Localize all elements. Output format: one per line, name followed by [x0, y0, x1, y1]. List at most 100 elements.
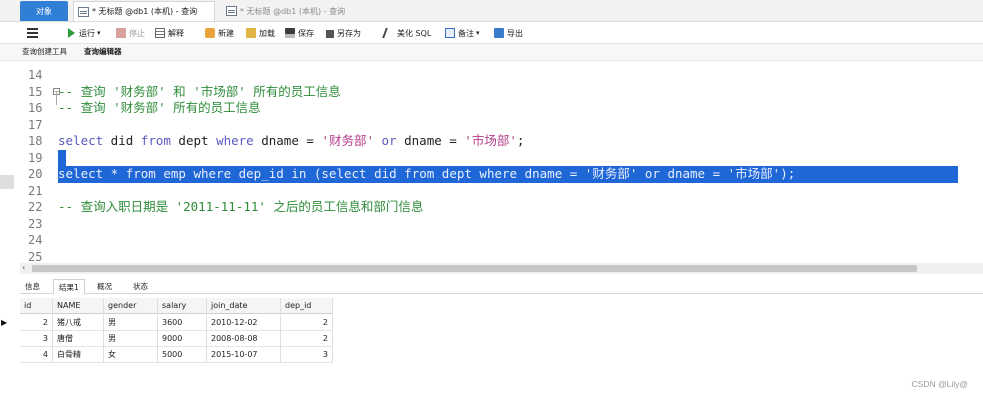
scrollbar-thumb[interactable]	[32, 265, 917, 272]
code-token: -- 查询 '财务部' 所有的员工信息	[58, 100, 261, 115]
line-number: 20	[28, 167, 43, 181]
load-button[interactable]: 加载	[246, 25, 275, 41]
scroll-left-icon[interactable]: ‹	[22, 263, 25, 272]
export-icon	[494, 28, 504, 38]
tab-overview[interactable]: 概况	[92, 279, 117, 294]
column-header[interactable]: salary	[158, 298, 207, 314]
table-cell[interactable]: 2015-10-07	[207, 347, 281, 363]
column-header[interactable]: dep_id	[281, 298, 333, 314]
fold-guide	[56, 91, 57, 105]
current-row-icon: ▶	[1, 318, 8, 327]
table-cell[interactable]: 男	[104, 331, 158, 347]
line-number: 15	[28, 84, 43, 99]
line-number: 17	[28, 117, 43, 132]
table-cell[interactable]: 5000	[158, 347, 207, 363]
explain-icon	[155, 28, 165, 38]
table-cell[interactable]: 2	[281, 315, 333, 331]
grid-header-row: id NAME gender salary join_date dep_id	[20, 298, 333, 314]
table-cell[interactable]: 9000	[158, 331, 207, 347]
table-cell[interactable]: 猪八戒	[53, 315, 104, 331]
tab-status[interactable]: 状态	[128, 279, 153, 294]
table-cell[interactable]: 4	[20, 347, 53, 363]
table-cell[interactable]: 2	[20, 315, 53, 331]
table-cell[interactable]: 2	[281, 331, 333, 347]
column-header[interactable]: NAME	[53, 298, 104, 314]
gutter-marker	[0, 175, 14, 189]
stop-label: 停止	[129, 28, 145, 38]
code-token: ;	[516, 133, 525, 148]
editor-horizontal-scrollbar[interactable]: ‹	[20, 263, 983, 274]
comment-icon	[445, 28, 455, 38]
table-cell[interactable]: 3600	[158, 315, 207, 331]
comment-button[interactable]: 备注 ▾	[445, 25, 483, 41]
tab-objects[interactable]: 对象	[20, 1, 68, 21]
code-line[interactable]: 23	[20, 216, 983, 233]
save-button[interactable]: 保存	[285, 25, 314, 41]
column-header[interactable]: gender	[104, 298, 158, 314]
code-line[interactable]: 19	[20, 149, 983, 166]
code-line[interactable]: 24	[20, 232, 983, 249]
run-label: 运行	[79, 28, 95, 38]
new-button[interactable]: 新建	[205, 25, 234, 41]
code-line[interactable]: 15-- 查询 '财务部' 和 '市场部' 所有的员工信息−	[20, 84, 983, 101]
new-icon	[205, 28, 215, 38]
run-button[interactable]: 运行 ▾	[68, 25, 104, 41]
tab-query-inactive[interactable]: * 无标题 @db1 (本机) - 查询	[222, 1, 372, 21]
beautify-sql-button[interactable]: 美化 SQL	[382, 25, 431, 41]
code-line[interactable]: 18 select did from dept where dname = '财务…	[20, 133, 983, 150]
new-label: 新建	[218, 28, 234, 38]
comment-label: 备注	[458, 28, 474, 38]
code-line[interactable]: 21	[20, 183, 983, 200]
line-number: 16	[28, 101, 43, 115]
table-cell[interactable]: 白骨精	[53, 347, 104, 363]
code-token: did	[103, 133, 141, 148]
code-line[interactable]: 14	[20, 67, 983, 84]
tab-query-builder[interactable]: 查询创建工具	[22, 46, 67, 57]
table-cell[interactable]: 2008-08-08	[207, 331, 281, 347]
table-cell[interactable]: 2010-12-02	[207, 315, 281, 331]
tab-result-1[interactable]: 结果1	[53, 279, 85, 294]
table-cell[interactable]: 女	[104, 347, 158, 363]
code-token: '财务部'	[321, 133, 374, 148]
tab-bar: 对象 * 无标题 @db1 (本机) - 查询 * 无标题 @db1 (本机) …	[0, 0, 983, 22]
table-row[interactable]: 4 白骨精女 5000 2015-10-07 3	[20, 347, 333, 363]
export-label: 导出	[507, 28, 523, 38]
tab-query-active[interactable]: * 无标题 @db1 (本机) - 查询	[73, 1, 215, 21]
stop-icon	[116, 28, 126, 38]
tab-info[interactable]: 信息	[20, 279, 45, 294]
code-token: '市场部'	[464, 133, 517, 148]
code-line[interactable]: 22 -- 查询入职日期是 '2011-11-11' 之后的员工信息和部门信息	[20, 199, 983, 216]
table-row[interactable]: 3 唐僧男 9000 2008-08-08 2	[20, 331, 333, 347]
code-token: -- 查询入职日期是 '2011-11-11' 之后的员工信息和部门信息	[58, 199, 424, 214]
code-token: dname =	[253, 133, 322, 148]
save-icon	[285, 28, 295, 38]
explain-label: 解释	[168, 28, 184, 38]
comment-dropdown-icon[interactable]: ▾	[476, 29, 480, 37]
query-tab-icon	[226, 6, 237, 16]
table-cell[interactable]: 3	[281, 347, 333, 363]
tab-query-editor[interactable]: 查询编辑器	[84, 46, 122, 57]
code-text: select did from dept where dname = '财务部'…	[58, 133, 524, 150]
code-token: from	[140, 133, 171, 148]
code-line[interactable]: 17	[20, 117, 983, 134]
menu-icon[interactable]	[27, 25, 39, 41]
table-cell[interactable]: 唐僧	[53, 331, 104, 347]
table-cell[interactable]: 3	[20, 331, 53, 347]
save-as-button[interactable]: 另存为	[324, 25, 361, 41]
code-line[interactable]: 16 -- 查询 '财务部' 所有的员工信息	[20, 100, 983, 117]
run-dropdown-icon[interactable]: ▾	[97, 29, 101, 37]
code-line[interactable]: 20 select * from emp where dep_id in (sel…	[20, 166, 983, 183]
table-row[interactable]: ▶ 2 猪八戒男 3600 2010-12-02 2	[1, 315, 333, 331]
code-token: select	[58, 133, 104, 148]
code-text: select * from emp where dep_id in (selec…	[58, 166, 795, 183]
export-button[interactable]: 导出	[494, 25, 523, 41]
table-cell[interactable]: 男	[104, 315, 158, 331]
tab-query-active-label: * 无标题 @db1 (本机) - 查询	[92, 7, 198, 16]
explain-button[interactable]: 解释	[155, 25, 184, 41]
code-text: -- 查询 '财务部' 所有的员工信息	[58, 100, 261, 117]
column-header[interactable]: join_date	[207, 298, 281, 314]
stop-button[interactable]: 停止	[116, 25, 145, 41]
column-header[interactable]: id	[20, 298, 53, 314]
sql-editor[interactable]: 1415-- 查询 '财务部' 和 '市场部' 所有的员工信息−16 -- 查询 …	[20, 62, 983, 264]
result-tabs: 信息 结果1 概况 状态	[20, 277, 983, 294]
